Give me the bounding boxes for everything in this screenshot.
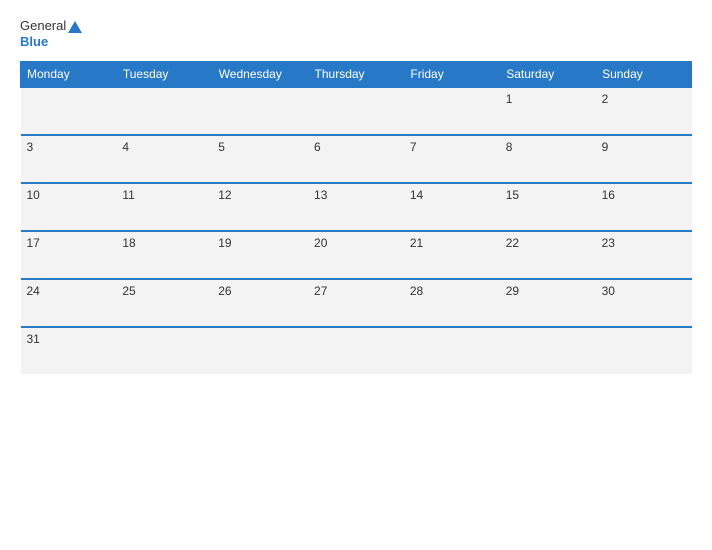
- logo-blue-text: Blue: [20, 34, 82, 50]
- day-number: 20: [314, 236, 327, 250]
- calendar-cell: 5: [212, 135, 308, 183]
- calendar-cell: 28: [404, 279, 500, 327]
- day-number: 26: [218, 284, 231, 298]
- calendar-cell: 23: [596, 231, 692, 279]
- calendar-page: General Blue MondayTuesdayWednesdayThurs…: [0, 0, 712, 550]
- weekday-sunday: Sunday: [596, 62, 692, 88]
- day-number: 24: [27, 284, 40, 298]
- calendar-cell: [308, 327, 404, 374]
- calendar-cell: [404, 327, 500, 374]
- day-number: 9: [602, 140, 609, 154]
- logo: General Blue: [20, 18, 82, 49]
- calendar-cell: 9: [596, 135, 692, 183]
- calendar-header: General Blue: [20, 18, 692, 49]
- weekday-friday: Friday: [404, 62, 500, 88]
- calendar-week-6: 31: [21, 327, 692, 374]
- calendar-cell: 20: [308, 231, 404, 279]
- calendar-cell: 4: [116, 135, 212, 183]
- calendar-week-5: 24 25 26 27 28 29 30: [21, 279, 692, 327]
- day-number: 16: [602, 188, 615, 202]
- calendar-week-1: 12: [21, 87, 692, 135]
- day-number: 31: [27, 332, 40, 346]
- calendar-cell: 16: [596, 183, 692, 231]
- calendar-cell: [500, 327, 596, 374]
- day-number: 30: [602, 284, 615, 298]
- calendar-cell: 19: [212, 231, 308, 279]
- calendar-cell: 1: [500, 87, 596, 135]
- day-number: 27: [314, 284, 327, 298]
- day-number: 15: [506, 188, 519, 202]
- day-number: 3: [27, 140, 34, 154]
- day-number: 4: [122, 140, 129, 154]
- calendar-cell: 12: [212, 183, 308, 231]
- calendar-cell: 18: [116, 231, 212, 279]
- calendar-cell: [116, 87, 212, 135]
- calendar-cell: 13: [308, 183, 404, 231]
- calendar-cell: [212, 327, 308, 374]
- calendar-cell: 3: [21, 135, 117, 183]
- weekday-header-row: MondayTuesdayWednesdayThursdayFridaySatu…: [21, 62, 692, 88]
- calendar-cell: [596, 327, 692, 374]
- day-number: 11: [122, 188, 134, 202]
- calendar-cell: 24: [21, 279, 117, 327]
- day-number: 6: [314, 140, 321, 154]
- weekday-monday: Monday: [21, 62, 117, 88]
- day-number: 21: [410, 236, 423, 250]
- calendar-cell: 17: [21, 231, 117, 279]
- day-number: 5: [218, 140, 225, 154]
- weekday-thursday: Thursday: [308, 62, 404, 88]
- calendar-cell: 21: [404, 231, 500, 279]
- day-number: 12: [218, 188, 231, 202]
- logo-general-text: General: [20, 18, 66, 34]
- day-number: 23: [602, 236, 615, 250]
- calendar-cell: 6: [308, 135, 404, 183]
- calendar-table: MondayTuesdayWednesdayThursdayFridaySatu…: [20, 61, 692, 374]
- calendar-cell: [116, 327, 212, 374]
- calendar-cell: 30: [596, 279, 692, 327]
- day-number: 14: [410, 188, 423, 202]
- calendar-cell: 14: [404, 183, 500, 231]
- calendar-cell: 8: [500, 135, 596, 183]
- calendar-cell: 7: [404, 135, 500, 183]
- day-number: 25: [122, 284, 135, 298]
- calendar-cell: [212, 87, 308, 135]
- day-number: 2: [602, 92, 609, 106]
- calendar-cell: 2: [596, 87, 692, 135]
- calendar-week-2: 3 4 5 6 7 8 9: [21, 135, 692, 183]
- calendar-week-4: 17 18 19 20 21 22 23: [21, 231, 692, 279]
- calendar-cell: 27: [308, 279, 404, 327]
- calendar-cell: [308, 87, 404, 135]
- day-number: 8: [506, 140, 513, 154]
- calendar-cell: [21, 87, 117, 135]
- logo-triangle-icon: [68, 21, 82, 33]
- day-number: 22: [506, 236, 519, 250]
- weekday-saturday: Saturday: [500, 62, 596, 88]
- day-number: 1: [506, 92, 513, 106]
- day-number: 7: [410, 140, 417, 154]
- day-number: 10: [27, 188, 40, 202]
- calendar-cell: 26: [212, 279, 308, 327]
- day-number: 19: [218, 236, 231, 250]
- day-number: 18: [122, 236, 135, 250]
- calendar-cell: 10: [21, 183, 117, 231]
- weekday-tuesday: Tuesday: [116, 62, 212, 88]
- day-number: 29: [506, 284, 519, 298]
- calendar-cell: 15: [500, 183, 596, 231]
- weekday-wednesday: Wednesday: [212, 62, 308, 88]
- calendar-cell: 29: [500, 279, 596, 327]
- day-number: 13: [314, 188, 327, 202]
- calendar-cell: 31: [21, 327, 117, 374]
- calendar-cell: 11: [116, 183, 212, 231]
- calendar-cell: 25: [116, 279, 212, 327]
- calendar-cell: 22: [500, 231, 596, 279]
- calendar-cell: [404, 87, 500, 135]
- day-number: 17: [27, 236, 40, 250]
- day-number: 28: [410, 284, 423, 298]
- calendar-week-3: 10 11 12 13 14 15 16: [21, 183, 692, 231]
